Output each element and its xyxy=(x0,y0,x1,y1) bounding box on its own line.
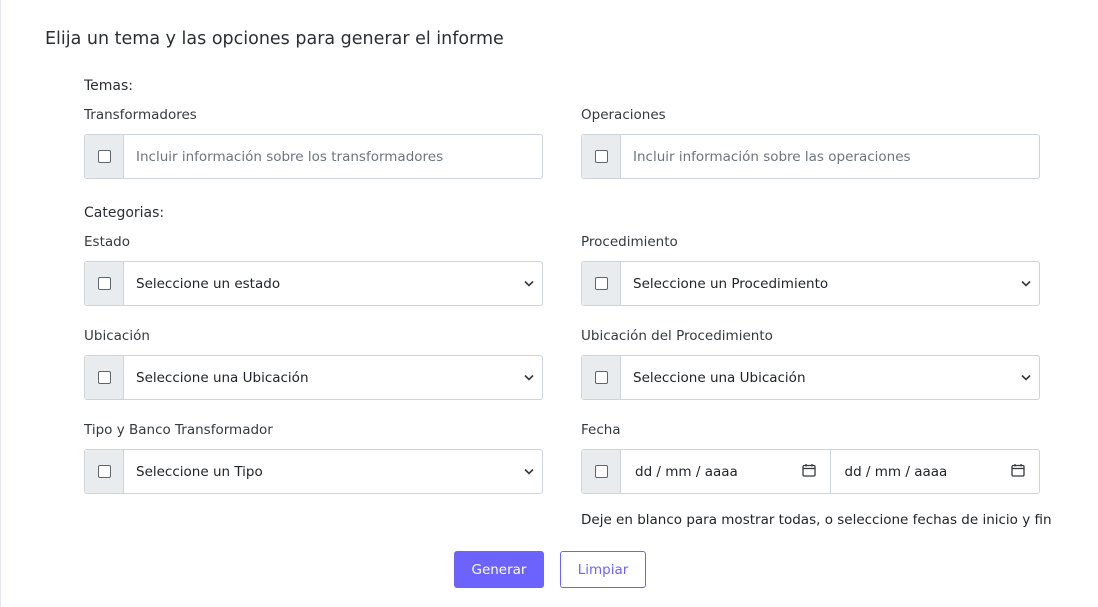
tipo-banco-checkbox-addon xyxy=(85,450,124,493)
fecha-checkbox-addon xyxy=(582,450,621,493)
estado-checkbox[interactable] xyxy=(97,277,111,290)
estado-label: Estado xyxy=(84,234,130,250)
fecha-fin-placeholder: dd / mm / aaaa xyxy=(844,463,948,480)
ubicacion-checkbox[interactable] xyxy=(97,371,111,384)
transformadores-label: Transformadores xyxy=(84,107,197,123)
procedimiento-checkbox-addon xyxy=(582,262,621,305)
ubicacion-procedimiento-checkbox-addon xyxy=(582,356,621,399)
procedimiento-label: Procedimiento xyxy=(581,234,678,250)
fecha-input-group: dd / mm / aaaa dd / mm / aaaa xyxy=(581,449,1040,494)
fecha-fin-input[interactable]: dd / mm / aaaa xyxy=(829,450,1040,493)
ubicacion-procedimiento-label: Ubicación del Procedimiento xyxy=(581,328,773,344)
operaciones-label: Operaciones xyxy=(581,107,666,123)
fecha-inicio-placeholder: dd / mm / aaaa xyxy=(635,463,738,480)
ubicacion-input-group: Seleccione una Ubicación xyxy=(84,355,543,400)
procedimiento-select-value: Seleccione un Procedimiento xyxy=(633,275,829,292)
operaciones-checkbox[interactable] xyxy=(594,150,608,163)
transformadores-checkbox[interactable] xyxy=(97,150,111,163)
categorias-section-label: Categorias: xyxy=(84,205,165,221)
ubicacion-select-value: Seleccione una Ubicación xyxy=(136,369,309,386)
operaciones-input[interactable]: Incluir información sobre las operacione… xyxy=(621,135,1039,178)
operaciones-input-group: Incluir información sobre las operacione… xyxy=(581,134,1040,179)
fecha-label: Fecha xyxy=(581,422,621,438)
calendar-icon[interactable] xyxy=(1011,463,1025,481)
chevron-down-icon xyxy=(522,277,536,291)
transformadores-input[interactable]: Incluir información sobre los transforma… xyxy=(124,135,542,178)
procedimiento-select[interactable]: Seleccione un Procedimiento xyxy=(621,262,1039,305)
estado-select[interactable]: Seleccione un estado xyxy=(124,262,542,305)
fecha-hint: Deje en blanco para mostrar todas, o sel… xyxy=(581,512,1052,528)
fecha-inicio-input[interactable]: dd / mm / aaaa xyxy=(621,450,830,493)
tipo-banco-select-value: Seleccione un Tipo xyxy=(136,463,263,480)
fecha-checkbox[interactable] xyxy=(594,465,608,478)
estado-checkbox-addon xyxy=(85,262,124,305)
tipo-banco-select[interactable]: Seleccione un Tipo xyxy=(124,450,542,493)
ubicacion-label: Ubicación xyxy=(84,328,150,344)
operaciones-checkbox-addon xyxy=(582,135,621,178)
procedimiento-checkbox[interactable] xyxy=(594,277,608,290)
ubicacion-procedimiento-select-value: Seleccione una Ubicación xyxy=(633,369,806,386)
limpiar-button[interactable]: Limpiar xyxy=(560,551,646,588)
calendar-icon[interactable] xyxy=(801,463,816,481)
ubicacion-procedimiento-select[interactable]: Seleccione una Ubicación xyxy=(621,356,1039,399)
estado-select-value: Seleccione un estado xyxy=(136,275,281,292)
chevron-down-icon xyxy=(1019,277,1033,291)
tipo-banco-label: Tipo y Banco Transformador xyxy=(84,422,273,438)
chevron-down-icon xyxy=(522,371,536,385)
temas-section-label: Temas: xyxy=(84,78,134,94)
page-title: Elija un tema y las opciones para genera… xyxy=(45,29,504,49)
transformadores-checkbox-addon xyxy=(85,135,124,178)
tipo-banco-checkbox[interactable] xyxy=(97,465,111,478)
ubicacion-procedimiento-input-group: Seleccione una Ubicación xyxy=(581,355,1040,400)
generar-button[interactable]: Generar xyxy=(454,551,544,588)
procedimiento-input-group: Seleccione un Procedimiento xyxy=(581,261,1040,306)
panel-left-border xyxy=(0,0,1,607)
ubicacion-checkbox-addon xyxy=(85,356,124,399)
transformadores-input-group: Incluir información sobre los transforma… xyxy=(84,134,543,179)
tipo-banco-input-group: Seleccione un Tipo xyxy=(84,449,543,494)
estado-input-group: Seleccione un estado xyxy=(84,261,543,306)
chevron-down-icon xyxy=(1019,371,1033,385)
ubicacion-select[interactable]: Seleccione una Ubicación xyxy=(124,356,542,399)
chevron-down-icon xyxy=(522,465,536,479)
ubicacion-procedimiento-checkbox[interactable] xyxy=(594,371,608,384)
